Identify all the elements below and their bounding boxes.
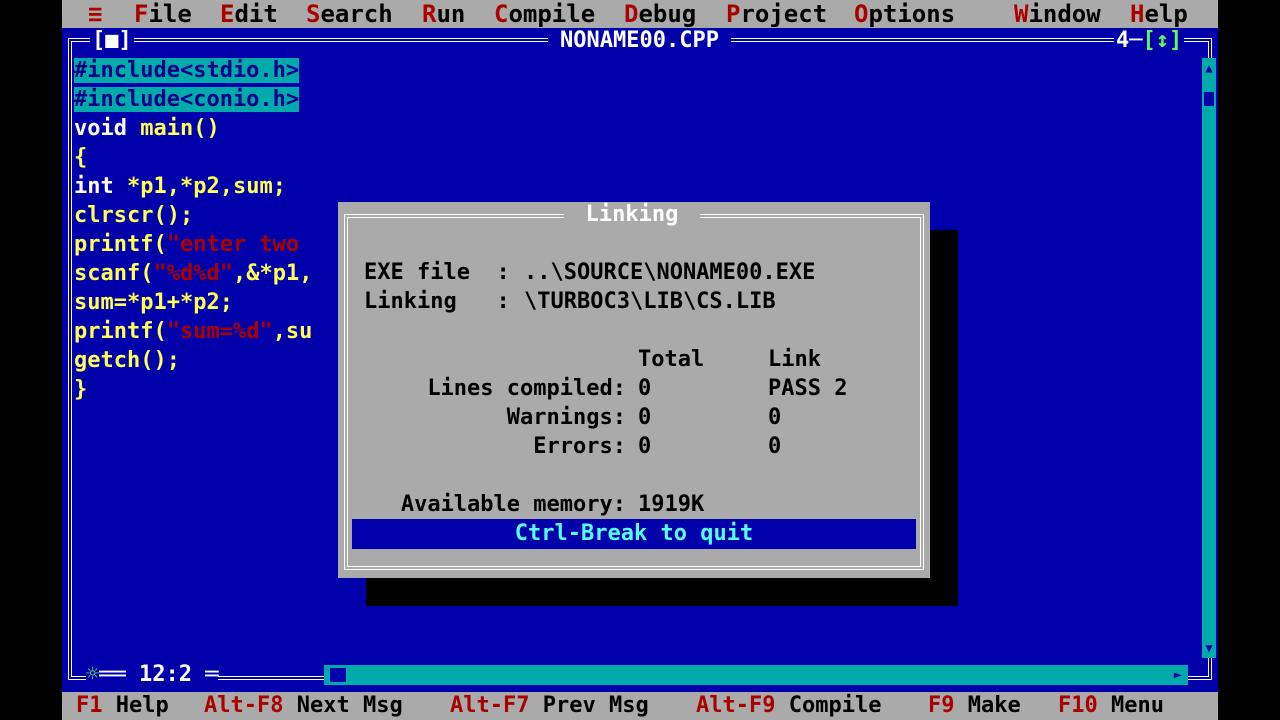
help-hotkey-f1[interactable]: F1 Help <box>76 692 169 720</box>
help-hotkey-prev-msg[interactable]: Alt-F7 Prev Msg <box>450 692 649 720</box>
horizontal-scrollbar[interactable]: ► <box>324 665 1188 685</box>
memory-value: 1919K <box>638 492 705 517</box>
code-line: { <box>74 145 88 170</box>
linking-label: Linking : <box>364 289 510 314</box>
code-line: getch(); <box>74 348 180 373</box>
code-editor[interactable]: #include<stdio.h> #include<conio.h> void… <box>74 56 312 404</box>
system-menu-icon[interactable]: ≡ <box>88 0 102 28</box>
lines-compiled-label: Lines compiled: <box>427 376 626 401</box>
cursor-position: 12:2 <box>139 662 192 687</box>
errors-label: Errors: <box>533 434 626 459</box>
vertical-scroll-thumb[interactable] <box>1204 92 1214 106</box>
menu-compile[interactable]: Compile <box>494 0 595 28</box>
menu-bar: ≡ File Edit Search Run Compile Debug Pro… <box>62 0 1218 28</box>
modified-star-icon: ☼ <box>86 662 100 687</box>
col-link-header: Link <box>768 347 821 372</box>
help-hotkey-make[interactable]: F9 Make <box>928 692 1021 720</box>
hotkey-help-bar: F1 Help Alt-F8 Next Msg Alt-F7 Prev Msg … <box>62 692 1218 720</box>
ctrl-break-quit-bar[interactable]: Ctrl-Break to quit <box>352 519 916 549</box>
code-line: #include<conio.h> <box>74 87 300 112</box>
help-hotkey-menu[interactable]: F10 Menu <box>1058 692 1164 720</box>
scroll-down-arrow-icon[interactable]: ▼ <box>1202 638 1216 658</box>
horizontal-scroll-thumb[interactable] <box>330 668 346 682</box>
menu-window[interactable]: Window <box>1014 0 1101 28</box>
menu-options[interactable]: Options <box>854 0 955 28</box>
scroll-right-arrow-icon[interactable]: ► <box>1168 665 1188 685</box>
code-line: printf("enter two <box>74 232 300 257</box>
code-line: sum=*p1+*p2; <box>74 290 233 315</box>
turbo-c-screen: ≡ File Edit Search Run Compile Debug Pro… <box>62 0 1218 720</box>
code-line: int *p1,*p2,sum; <box>74 174 286 199</box>
menu-debug[interactable]: Debug <box>624 0 696 28</box>
editor-title-bar: [■] NONAME00.CPP 4─[↕] <box>62 28 1218 54</box>
zoom-icon[interactable]: [↕] <box>1143 28 1183 53</box>
errors-total: 0 <box>638 434 652 459</box>
errors-link: 0 <box>768 434 782 459</box>
menu-help[interactable]: Help <box>1130 0 1188 28</box>
exe-file-value: ..\SOURCE\NONAME00.EXE <box>524 260 816 285</box>
exe-file-label: EXE file : <box>364 260 510 285</box>
col-total-header: Total <box>638 347 705 372</box>
code-line: #include<stdio.h> <box>74 58 300 83</box>
warnings-link: 0 <box>768 405 782 430</box>
warnings-label: Warnings: <box>506 405 626 430</box>
help-hotkey-next-msg[interactable]: Alt-F8 Next Msg <box>204 692 403 720</box>
code-line: } <box>74 377 88 402</box>
menu-project[interactable]: Project <box>726 0 827 28</box>
lines-compiled-total: 0 <box>638 376 652 401</box>
scroll-up-arrow-icon[interactable]: ▲ <box>1202 58 1216 78</box>
window-title: NONAME00.CPP <box>548 28 731 54</box>
menu-search[interactable]: Search <box>306 0 393 28</box>
code-line: void main() <box>74 116 220 141</box>
linking-value: \TURBOC3\LIB\CS.LIB <box>524 289 776 314</box>
window-number-zoom[interactable]: 4─[↕] <box>1114 28 1185 54</box>
dialog-title: Linking <box>564 202 700 228</box>
lines-compiled-link: PASS 2 <box>768 376 848 401</box>
code-line: scanf("%d%d",&*p1, <box>74 261 313 286</box>
memory-label: Available memory: <box>400 492 626 517</box>
linking-dialog: Linking EXE file : ..\SOURCE\NONAME00.EX… <box>338 202 930 578</box>
cursor-status: ☼══ 12:2 ═ <box>86 662 219 688</box>
code-line: clrscr(); <box>74 203 194 228</box>
help-hotkey-compile[interactable]: Alt-F9 Compile <box>696 692 881 720</box>
window-close-button[interactable]: [■] <box>90 28 134 54</box>
warnings-total: 0 <box>638 405 652 430</box>
code-line: printf("sum=%d",su <box>74 319 313 344</box>
menu-file[interactable]: File <box>134 0 192 28</box>
vertical-scrollbar[interactable]: ▲ ▼ <box>1202 58 1216 658</box>
menu-edit[interactable]: Edit <box>220 0 278 28</box>
menu-run[interactable]: Run <box>422 0 465 28</box>
